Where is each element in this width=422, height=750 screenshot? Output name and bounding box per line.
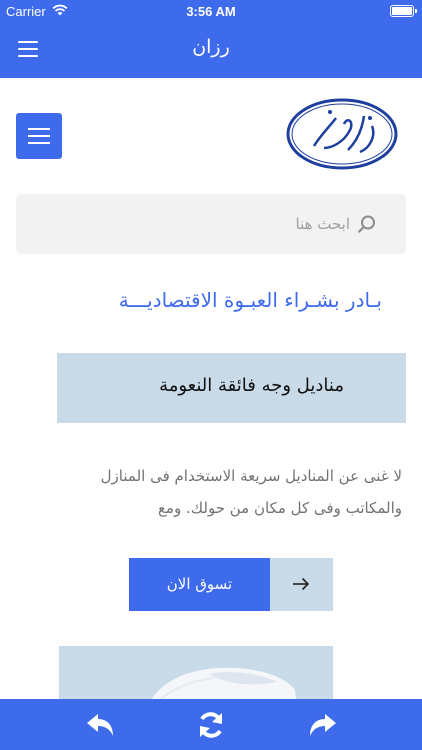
nav-bar: رزان	[0, 22, 422, 78]
product-title-card: مناديل وجه فائقة النعومة	[57, 353, 406, 423]
refresh-icon[interactable]	[196, 711, 226, 739]
search-box	[16, 194, 406, 254]
arrow-right-icon	[293, 577, 310, 591]
promo-headline: بـادر بشـراء العبـوة الاقتصاديـــة	[118, 288, 382, 312]
battery-icon	[390, 5, 417, 17]
hamburger-icon-line	[28, 142, 50, 145]
shop-now-cta: تسوق الان	[129, 558, 333, 611]
shop-now-arrow-button[interactable]	[270, 558, 333, 611]
shop-now-button[interactable]: تسوق الان	[129, 558, 270, 611]
search-icon[interactable]	[358, 215, 376, 233]
status-bar: Carrier 3:56 AM	[0, 0, 422, 22]
nav-title: رزان	[192, 36, 230, 58]
product-image	[59, 646, 333, 701]
undo-icon[interactable]	[85, 711, 115, 739]
hamburger-icon-line	[28, 135, 50, 138]
search-input[interactable]	[16, 194, 406, 254]
product-description: لا غنى عن المناديل سريعة الاستخدام فى ال…	[100, 467, 402, 517]
site-menu-button[interactable]	[16, 113, 62, 159]
product-name: مناديل وجه فائقة النعومة	[159, 375, 344, 396]
status-time: 3:56 AM	[186, 4, 236, 19]
razan-logo	[286, 98, 398, 170]
redo-icon[interactable]	[308, 711, 338, 739]
tissue-box-image	[150, 667, 297, 701]
hamburger-icon-line	[28, 128, 50, 131]
bottom-toolbar	[0, 699, 422, 750]
